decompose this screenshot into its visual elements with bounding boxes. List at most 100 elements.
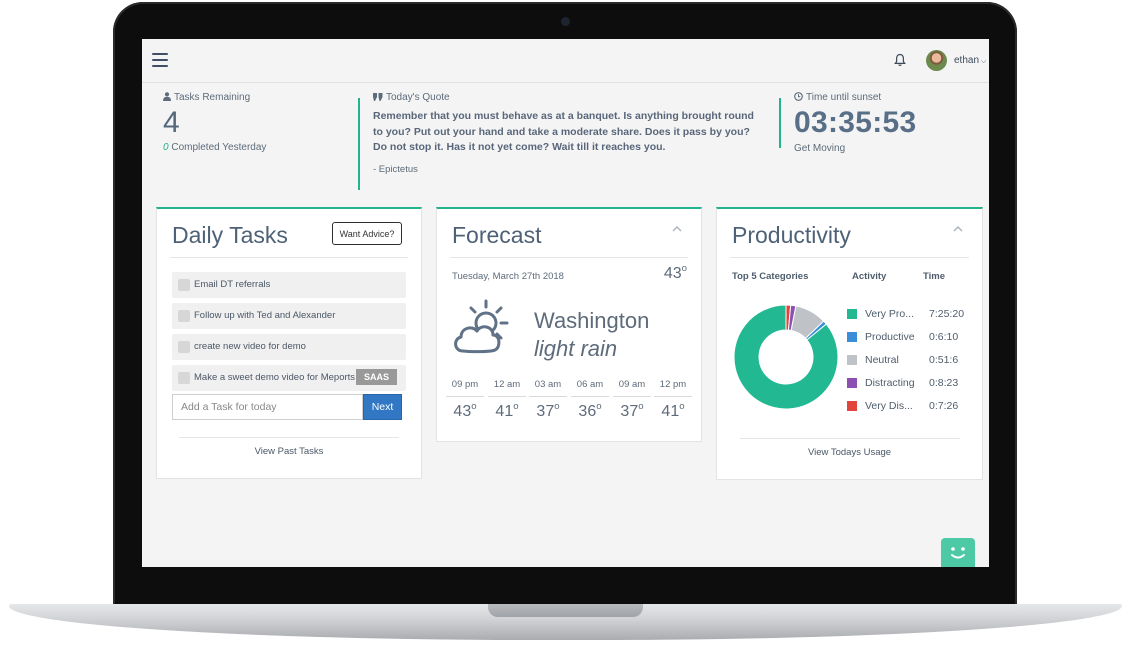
- completed-label: Completed Yesterday: [171, 142, 267, 153]
- hour-time: 12 pm: [654, 379, 692, 397]
- current-temp-value: 43: [663, 265, 682, 282]
- degree-symbol: o: [638, 401, 644, 412]
- legend-time: 0:7:26: [929, 400, 959, 412]
- task-item[interactable]: Follow up with Ted and Alexander: [172, 303, 406, 329]
- sunset-label: Time until sunset: [806, 92, 882, 103]
- quote-text: Remember that you must behave as at a ba…: [373, 110, 754, 153]
- stats-divider: [779, 98, 781, 148]
- hour-temp-value: 41: [495, 403, 514, 420]
- hour-temp: 43o: [446, 401, 484, 421]
- hourly-forecast: 06 am 36o: [571, 379, 609, 421]
- tasks-remaining-stat: Tasks Remaining 4 0 Completed Yesterday: [163, 92, 266, 153]
- hour-temp-value: 41: [661, 403, 680, 420]
- sunset-sub: Get Moving: [794, 143, 846, 154]
- partly-cloudy-icon: [454, 299, 509, 354]
- panel-title: Forecast: [452, 222, 542, 248]
- sunset-timer: 03:35:53: [794, 106, 917, 139]
- tasks-remaining-value: 4: [163, 106, 180, 139]
- col-time: Time: [923, 271, 946, 282]
- avatar[interactable]: [926, 50, 947, 71]
- hourly-forecast: 09 am 37o: [613, 379, 651, 421]
- legend-time: 0:6:10: [929, 331, 959, 343]
- hour-time: 03 am: [529, 379, 567, 397]
- task-checkbox[interactable]: [178, 279, 190, 291]
- view-todays-usage-link[interactable]: View Todays Usage: [717, 447, 982, 458]
- degree-symbol: o: [596, 401, 602, 412]
- hour-time: 06 am: [571, 379, 609, 397]
- legend-time: 0:51:6: [929, 354, 959, 366]
- hour-temp: 41o: [654, 401, 692, 421]
- hour-temp-value: 43: [453, 403, 472, 420]
- task-text: Email DT referrals: [194, 279, 271, 290]
- completed-count: 0: [163, 142, 169, 153]
- want-advice-button[interactable]: Want Advice?: [332, 222, 402, 245]
- forecast-panel: Forecast Tuesday, March 27th 2018 43o Wa…: [436, 207, 702, 442]
- chat-widget-button[interactable]: [941, 538, 975, 567]
- legend-name: Very Dis...: [865, 400, 913, 412]
- legend-swatch: [847, 309, 857, 319]
- quote-label-row: Today's Quote: [373, 92, 763, 103]
- panel-divider: [170, 257, 408, 258]
- forecast-city: Washington: [534, 308, 650, 333]
- task-item[interactable]: create new video for demo: [172, 334, 406, 360]
- next-button[interactable]: Next: [363, 394, 402, 420]
- hourly-forecast: 03 am 37o: [529, 379, 567, 421]
- productivity-donut-chart: [733, 304, 839, 410]
- task-item[interactable]: Make a sweet demo video for Meports SAAS: [172, 365, 406, 391]
- add-task-input[interactable]: Add a Task for today: [172, 394, 363, 420]
- laptop-camera: [561, 17, 570, 26]
- degree-symbol: o: [471, 401, 477, 412]
- stats-divider: [358, 98, 360, 190]
- legend-swatch: [847, 378, 857, 388]
- legend-name: Neutral: [865, 354, 899, 366]
- user-menu[interactable]: ethan ⌵: [954, 55, 986, 66]
- task-item[interactable]: Email DT referrals: [172, 272, 406, 298]
- task-text: create new video for demo: [194, 341, 306, 352]
- hour-temp-value: 37: [620, 403, 639, 420]
- footer-divider: [179, 437, 399, 438]
- productivity-panel: Productivity Top 5 Categories Activity T…: [716, 207, 983, 480]
- chevron-up-icon[interactable]: [953, 225, 963, 232]
- col-activity: Activity: [852, 271, 887, 282]
- tasks-remaining-label: Tasks Remaining: [174, 92, 251, 103]
- view-past-tasks-link[interactable]: View Past Tasks: [157, 446, 421, 457]
- bell-icon[interactable]: [893, 53, 907, 67]
- degree-symbol: o: [513, 401, 519, 412]
- quote-icon: [373, 93, 383, 101]
- top-bar: ethan ⌵: [142, 39, 989, 83]
- task-checkbox[interactable]: [178, 372, 190, 384]
- task-checkbox[interactable]: [178, 310, 190, 322]
- quote-label: Today's Quote: [386, 92, 450, 103]
- hourly-forecast: 09 pm 43o: [446, 379, 484, 421]
- hour-temp: 36o: [571, 401, 609, 421]
- hour-time: 09 am: [613, 379, 651, 397]
- forecast-condition: light rain: [534, 336, 618, 361]
- legend-time: 0:8:23: [929, 377, 959, 389]
- task-text: Make a sweet demo video for Meports: [194, 372, 356, 383]
- task-tag: SAAS: [356, 369, 397, 385]
- current-temp: 43o: [663, 263, 687, 283]
- menu-icon[interactable]: [152, 53, 168, 67]
- chevron-up-icon[interactable]: [672, 225, 682, 232]
- daily-tasks-panel: Daily Tasks Want Advice? Email DT referr…: [156, 207, 422, 479]
- quote-author: - Epictetus: [373, 163, 418, 175]
- hour-temp-value: 36: [578, 403, 597, 420]
- hourly-forecast: 12 pm 41o: [654, 379, 692, 421]
- sunset-stat: Time until sunset 03:35:53 Get Moving: [794, 92, 917, 154]
- legend-time: 7:25:20: [929, 308, 965, 320]
- legend-swatch: [847, 401, 857, 411]
- bot-face-icon: [951, 547, 965, 559]
- task-checkbox[interactable]: [178, 341, 190, 353]
- forecast-date: Tuesday, March 27th 2018: [452, 271, 564, 282]
- hour-time: 12 am: [488, 379, 526, 397]
- footer-divider: [740, 438, 960, 439]
- sunset-label-row: Time until sunset: [794, 92, 917, 103]
- user-icon: [163, 92, 171, 101]
- todays-quote: Today's Quote Remember that you must beh…: [373, 92, 763, 175]
- completed-yesterday: 0 Completed Yesterday: [163, 142, 266, 153]
- legend-name: Distracting: [865, 377, 915, 389]
- legend-swatch: [847, 355, 857, 365]
- legend-name: Very Pro...: [865, 308, 915, 320]
- user-name: ethan: [954, 55, 980, 66]
- hour-time: 09 pm: [446, 379, 484, 397]
